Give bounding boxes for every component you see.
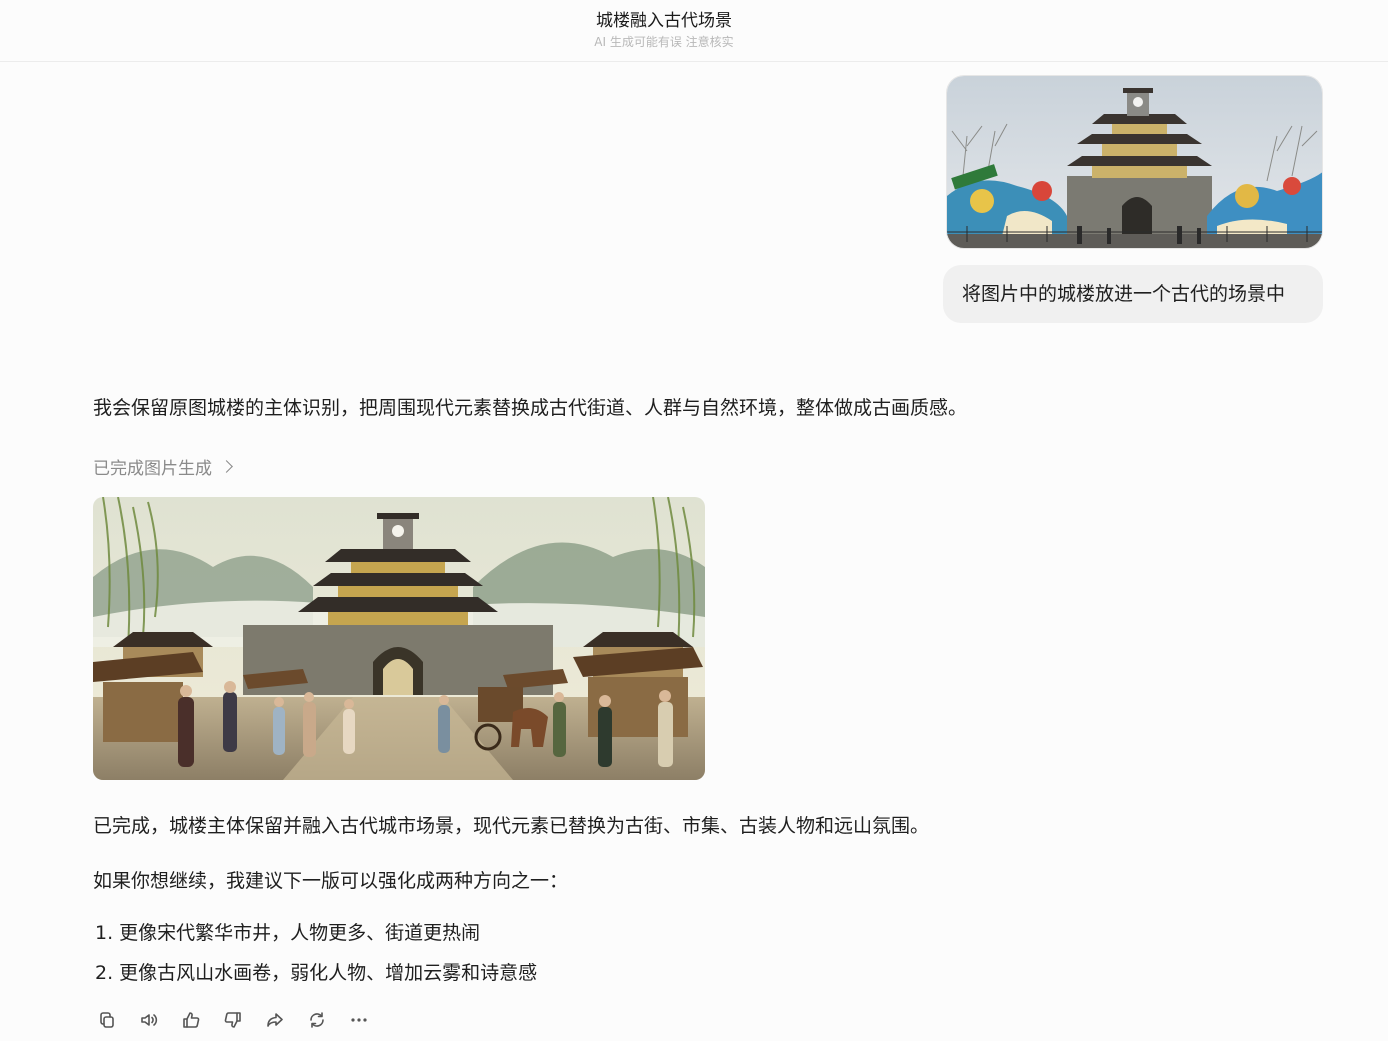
more-icon xyxy=(351,1018,367,1022)
chevron-right-icon xyxy=(220,460,233,473)
ancient-scene-image xyxy=(93,497,705,780)
thumbs-up-icon xyxy=(183,1012,200,1028)
city-gate-photo xyxy=(947,76,1322,248)
assistant-summary-text: 已完成，城楼主体保留并融入古代城市场景，现代元素已替换为古街、市集、古装人物和远… xyxy=(93,815,930,837)
speaker-icon xyxy=(141,1014,158,1026)
share-icon xyxy=(267,1013,283,1027)
read-aloud-button[interactable] xyxy=(138,1008,160,1032)
message-actions-bar xyxy=(96,1008,370,1032)
like-button[interactable] xyxy=(180,1008,202,1032)
copy-button[interactable] xyxy=(96,1008,118,1032)
user-uploaded-image[interactable] xyxy=(946,75,1323,249)
regenerate-button[interactable] xyxy=(306,1008,328,1032)
assistant-intro-text: 我会保留原图城楼的主体识别，把周围现代元素替换成古代街道、人群与自然环境，整体做… xyxy=(93,397,968,419)
ai-disclaimer: AI 生成可能有误 注意核实 xyxy=(594,35,734,49)
generation-status-link[interactable]: 已完成图片生成 xyxy=(93,454,233,479)
thumbs-down-icon xyxy=(224,1012,241,1028)
regenerate-icon xyxy=(310,1012,324,1028)
user-message-bubble: 将图片中的城楼放进一个古代的场景中 xyxy=(943,265,1323,323)
assistant-suggest-text: 如果你想继续，我建议下一版可以强化成两种方向之一： xyxy=(93,870,569,892)
suggestion-item: 2. 更像古风山水画卷，弱化人物、增加云雾和诗意感 xyxy=(95,962,538,984)
more-button[interactable] xyxy=(348,1008,370,1032)
share-button[interactable] xyxy=(264,1008,286,1032)
chat-header: 城楼融入古代场景 AI 生成可能有误 注意核实 xyxy=(0,0,1388,62)
generated-image[interactable] xyxy=(93,497,705,780)
copy-icon xyxy=(100,1012,114,1028)
suggestion-item: 1. 更像宋代繁华市井，人物更多、街道更热闹 xyxy=(95,922,481,944)
chat-title: 城楼融入古代场景 xyxy=(596,11,732,31)
generation-status-label: 已完成图片生成 xyxy=(93,459,212,479)
dislike-button[interactable] xyxy=(222,1008,244,1032)
